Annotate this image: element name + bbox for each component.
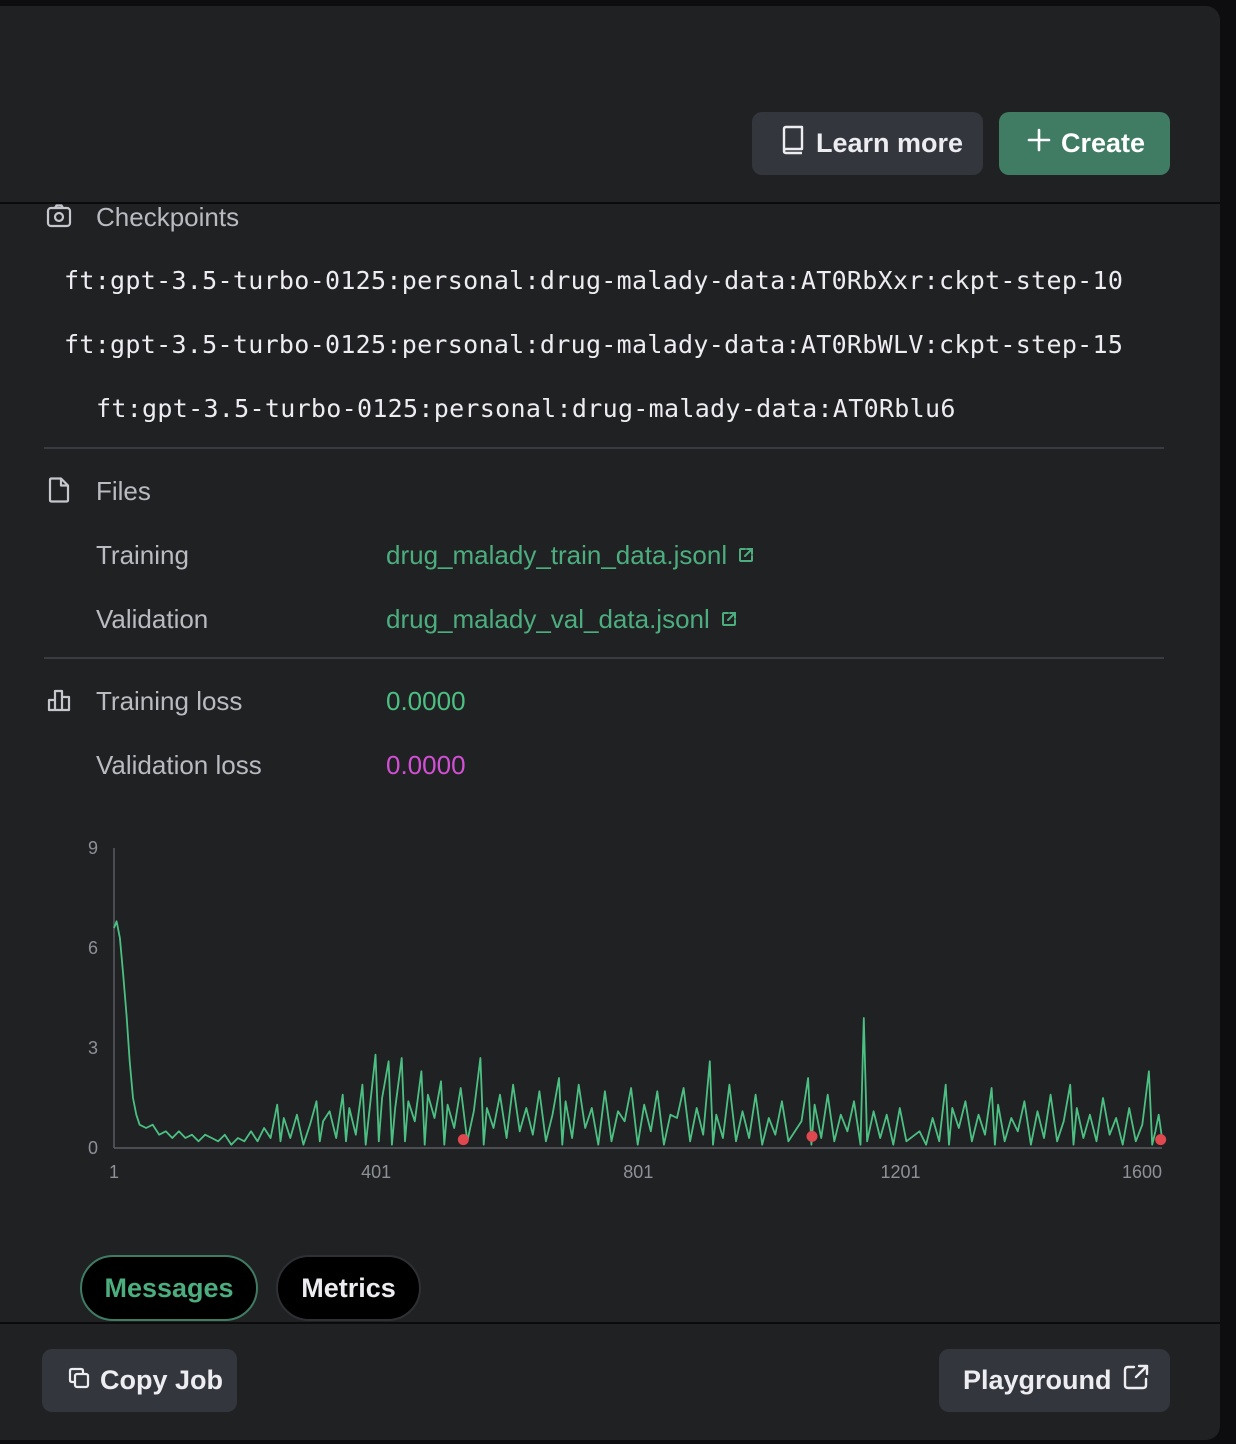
external-link-icon — [1122, 1363, 1150, 1398]
playground-button[interactable]: Playground — [939, 1349, 1170, 1412]
y-tick-label: 3 — [88, 1038, 98, 1058]
x-tick-label: 1 — [109, 1162, 119, 1182]
y-tick-label: 0 — [88, 1138, 98, 1158]
validation-loss-point — [457, 1134, 469, 1146]
x-tick-label: 401 — [361, 1162, 391, 1182]
validation-loss-point — [1155, 1134, 1167, 1146]
files-title: Files — [96, 476, 151, 506]
plus-icon — [1027, 128, 1051, 159]
file-icon — [46, 477, 72, 503]
panel-header: Learn more Create — [0, 6, 1220, 204]
divider — [44, 447, 1164, 449]
bar-chart-icon — [46, 687, 72, 713]
create-button[interactable]: Create — [999, 112, 1170, 175]
training-loss-line — [113, 920, 1163, 1146]
x-tick-label: 1201 — [880, 1162, 920, 1182]
external-link-icon — [720, 604, 738, 635]
x-tick-label: 1600 — [1122, 1162, 1162, 1182]
validation-loss-value: 0.0000 — [386, 750, 466, 780]
checkpoint-item[interactable]: ft:gpt-3.5-turbo-0125:personal:drug-mala… — [64, 330, 1123, 359]
learn-more-button[interactable]: Learn more — [752, 112, 983, 175]
external-link-icon — [737, 540, 755, 571]
validation-loss-label: Validation loss — [96, 750, 262, 780]
loss-chart: 0 3 6 9 1 401 801 1201 1600 — [88, 838, 1167, 1182]
copy-icon — [68, 1365, 90, 1396]
tab-messages[interactable]: Messages — [80, 1255, 258, 1321]
validation-file-name: drug_malady_val_data.jsonl — [386, 604, 710, 634]
divider — [44, 657, 1164, 659]
training-file-link[interactable]: drug_malady_train_data.jsonl — [386, 540, 755, 571]
validation-file-link[interactable]: drug_malady_val_data.jsonl — [386, 604, 738, 635]
validation-file-label: Validation — [96, 604, 209, 634]
x-tick-label: 801 — [623, 1162, 653, 1182]
learn-more-label: Learn more — [816, 128, 964, 158]
playground-label: Playground — [963, 1365, 1112, 1395]
y-tick-label: 6 — [88, 938, 98, 958]
camera-icon — [46, 203, 72, 229]
y-tick-label: 9 — [88, 838, 98, 858]
checkpoint-item[interactable]: ft:gpt-3.5-turbo-0125:personal:drug-mala… — [96, 394, 956, 423]
create-label: Create — [1061, 128, 1146, 158]
checkpoint-item[interactable]: ft:gpt-3.5-turbo-0125:personal:drug-mala… — [64, 266, 1123, 295]
training-file-name: drug_malady_train_data.jsonl — [386, 540, 728, 570]
book-icon — [780, 125, 806, 162]
training-loss-label: Training loss — [96, 686, 243, 716]
copy-job-button[interactable]: Copy Job — [42, 1349, 237, 1412]
training-file-label: Training — [96, 540, 189, 570]
checkpoints-title: Checkpoints — [96, 202, 240, 232]
tab-metrics[interactable]: Metrics — [276, 1255, 421, 1321]
copy-job-label: Copy Job — [100, 1365, 224, 1395]
fine-tune-job-panel: Learn more Create Checkpoints ft:gpt-3.5… — [0, 6, 1220, 1440]
training-loss-value: 0.0000 — [386, 686, 466, 716]
validation-loss-point — [806, 1130, 818, 1142]
